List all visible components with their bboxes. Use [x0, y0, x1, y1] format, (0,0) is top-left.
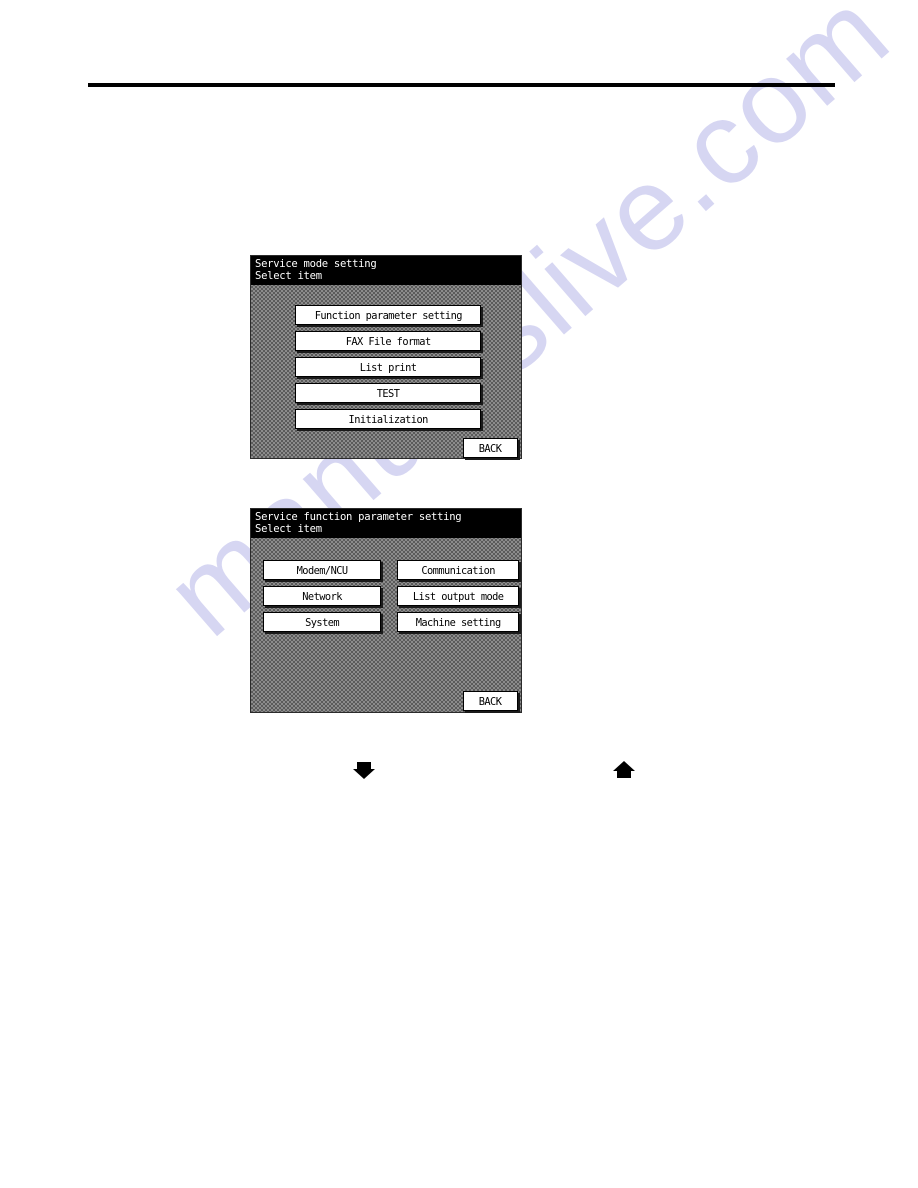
lcd-body-service-mode: Function parameter setting FAX File form…: [251, 285, 521, 460]
lcd-body-function-parameter: Modem/NCU Network System Communication L…: [251, 538, 521, 714]
button-list-print[interactable]: List print: [295, 357, 481, 377]
button-fax-file-format[interactable]: FAX File format: [295, 331, 481, 351]
button-label: Function parameter setting: [314, 308, 462, 322]
button-network[interactable]: Network: [263, 586, 381, 606]
button-machine-setting[interactable]: Machine setting: [397, 612, 519, 632]
lcd-subtitle-service-mode: Select item: [255, 269, 322, 282]
button-modem-ncu[interactable]: Modem/NCU: [263, 560, 381, 580]
button-label: List print: [359, 360, 417, 374]
button-label: Network: [302, 589, 342, 603]
button-list-output-mode[interactable]: List output mode: [397, 586, 519, 606]
header-divider-rule: [88, 83, 835, 87]
button-back-function-parameter[interactable]: BACK: [463, 691, 518, 711]
button-label: System: [305, 615, 340, 629]
button-test[interactable]: TEST: [295, 383, 481, 403]
button-label: List output mode: [412, 589, 504, 603]
button-label: Machine setting: [415, 615, 501, 629]
button-label: Initialization: [348, 412, 428, 426]
button-function-parameter-setting[interactable]: Function parameter setting: [295, 305, 481, 325]
button-communication[interactable]: Communication: [397, 560, 519, 580]
lcd-panel-service-mode-setting: Service mode setting Select item Functio…: [250, 255, 522, 459]
button-label: Communication: [421, 563, 495, 577]
button-label: FAX File format: [345, 334, 431, 348]
button-label: TEST: [376, 386, 400, 400]
button-label: BACK: [479, 441, 502, 455]
arrow-up-icon: [613, 761, 635, 778]
lcd-subtitle-function-parameter: Select item: [255, 522, 322, 535]
button-back-service-mode[interactable]: BACK: [463, 438, 518, 458]
lcd-panel-service-function-parameter-setting: Service function parameter setting Selec…: [250, 508, 522, 713]
button-initialization[interactable]: Initialization: [295, 409, 481, 429]
button-label: BACK: [479, 694, 502, 708]
arrow-down-icon: [353, 762, 375, 779]
button-system[interactable]: System: [263, 612, 381, 632]
lcd-header-function-parameter: Service function parameter setting Selec…: [251, 509, 521, 538]
lcd-header-service-mode: Service mode setting Select item: [251, 256, 521, 285]
button-label: Modem/NCU: [296, 563, 349, 577]
